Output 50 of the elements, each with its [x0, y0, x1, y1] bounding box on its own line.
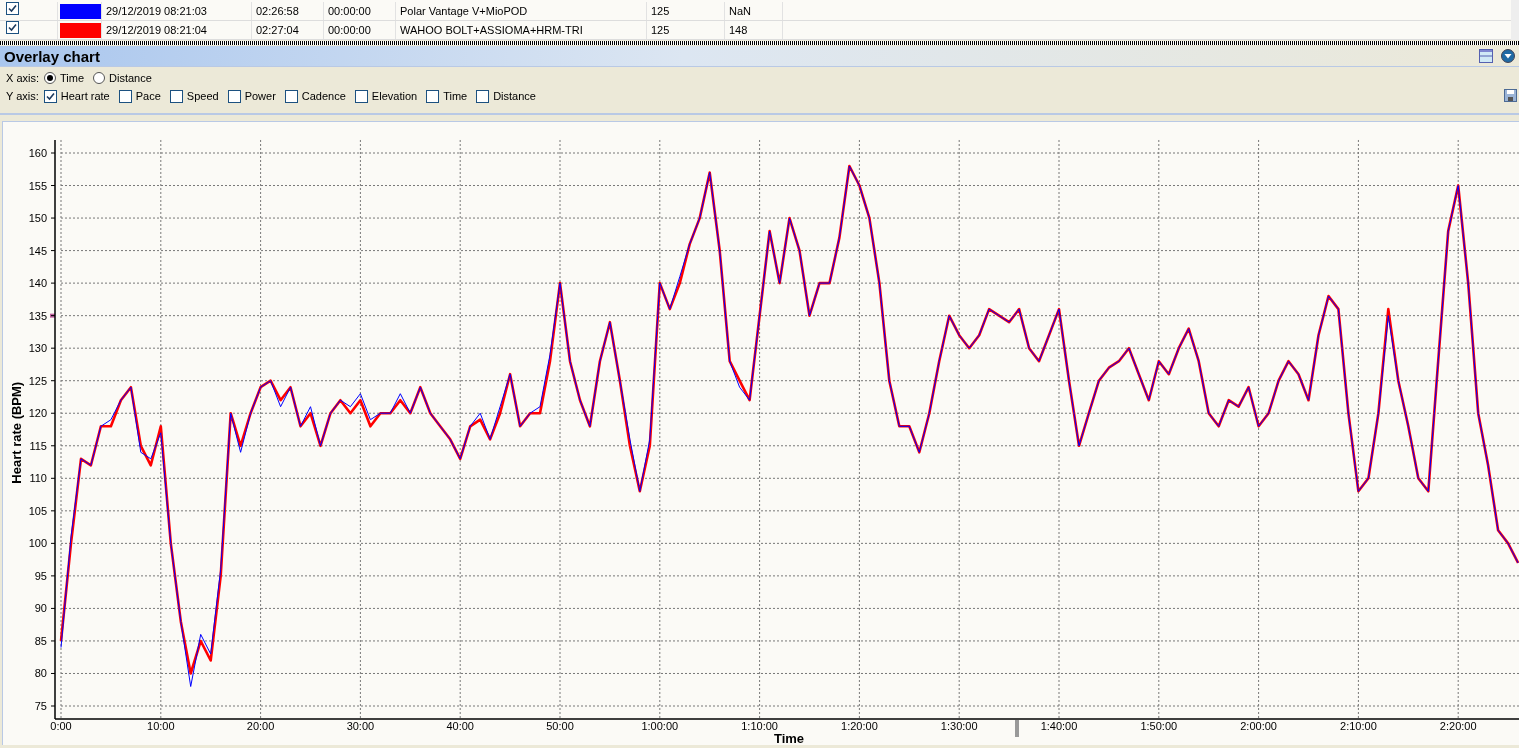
tick-label: 135: [28, 309, 47, 322]
tick-label: 110: [29, 472, 47, 485]
tick-label: 2:00:00: [1240, 720, 1277, 732]
axis-title: Heart rate (BPM): [9, 381, 24, 484]
table-cell: 148: [725, 21, 783, 39]
table-cell: 00:00:00: [324, 21, 396, 39]
tick-label: 20:00: [246, 720, 275, 732]
axis-label: X axis:: [6, 72, 39, 84]
tick-label: 2:10:00: [1340, 720, 1377, 732]
tick-label: 75: [34, 700, 47, 712]
table-cell: 125: [647, 2, 725, 20]
table-cell: 29/12/2019 08:21:04: [102, 21, 252, 39]
table-cell: 00:00:00: [324, 2, 396, 20]
tick-label: 90: [34, 602, 47, 615]
table-cell: NaN: [725, 2, 783, 20]
tick-label: 95: [34, 569, 47, 582]
tick-label: 105: [28, 504, 47, 517]
tick-label: 30:00: [346, 720, 375, 732]
tick-label: 10:00: [147, 720, 175, 732]
table-cell: 02:26:58: [252, 2, 324, 20]
tick-label: 1:20:00: [841, 720, 878, 732]
tick-label: 85: [34, 634, 47, 647]
axis-title: Time: [773, 731, 805, 744]
panel-title: Overlay chart: [4, 47, 100, 65]
table-cell: 02:27:04: [252, 21, 324, 39]
tick-label: 155: [28, 179, 47, 192]
tick-label: 125: [28, 374, 47, 387]
tick-label: 80: [34, 667, 47, 680]
table-cell: 29/12/2019 08:21:03: [102, 2, 252, 20]
axis-label: Y axis:: [6, 90, 39, 102]
tick-label: 140: [28, 277, 47, 290]
table-cell: Polar Vantage V+MioPOD: [396, 2, 647, 20]
tick-label: 1:30:00: [940, 720, 978, 732]
tick-label: 1:00:00: [641, 720, 679, 732]
table-cell: 125: [647, 21, 725, 39]
tick-label: 0:00: [50, 720, 72, 732]
tick-label: 1:50:00: [1140, 720, 1178, 732]
tick-label: 120: [28, 407, 47, 420]
table-cell: WAHOO BOLT+ASSIOMA+HRM-TRI: [396, 21, 647, 39]
tick-label: 1:10:00: [741, 720, 778, 732]
tick-label: 100: [28, 537, 47, 550]
tick-label: 2:20:00: [1439, 720, 1477, 732]
tick-label: 1:40:00: [1040, 720, 1078, 732]
tick-label: 145: [28, 244, 47, 257]
tick-label: 150: [28, 212, 47, 225]
tick-label: 115: [29, 439, 47, 452]
tick-label: 40:00: [446, 720, 474, 732]
tick-label: 160: [28, 147, 47, 159]
tick-label: 130: [28, 342, 47, 355]
tick-label: 50:00: [546, 720, 574, 732]
